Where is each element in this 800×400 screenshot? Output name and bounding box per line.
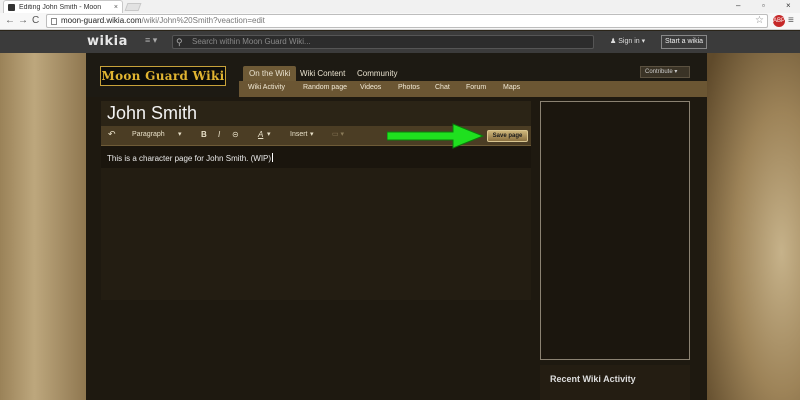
subnav-forum[interactable]: Forum — [466, 84, 486, 91]
subnav-chat[interactable]: Chat — [435, 84, 450, 91]
subnav-maps[interactable]: Maps — [503, 84, 520, 91]
subnav-videos[interactable]: Videos — [360, 84, 381, 91]
insert-menu[interactable]: Insert — [290, 130, 308, 140]
back-button[interactable]: ← — [5, 14, 15, 28]
tab-title: Editing John Smith - Moon — [19, 3, 102, 11]
wikia-logo[interactable]: wikia — [87, 34, 128, 49]
text-caret — [272, 153, 274, 162]
insert-chevron-down-icon[interactable]: ▾ — [310, 130, 314, 140]
bold-button[interactable]: B — [201, 130, 207, 140]
tab-community[interactable]: Community — [351, 66, 403, 81]
text-style-button[interactable]: A — [258, 130, 263, 140]
italic-button[interactable]: I — [218, 130, 220, 140]
tab-wiki-content[interactable]: Wiki Content — [294, 66, 351, 81]
browser-tab[interactable]: Editing John Smith - Moon × — [3, 0, 123, 13]
editor-empty-space[interactable] — [101, 168, 531, 300]
tab-on-the-wiki[interactable]: On the Wiki — [243, 66, 297, 81]
search-icon: ⚲ — [176, 37, 183, 47]
forward-button[interactable]: → — [18, 14, 28, 28]
recent-wiki-activity-title: Recent Wiki Activity — [550, 374, 636, 384]
table-icon[interactable]: ▭ ▾ — [332, 130, 344, 140]
subnav-wiki-activity[interactable]: Wiki Activity — [248, 84, 285, 91]
subnav-photos[interactable]: Photos — [398, 84, 420, 91]
green-arrow-annotation — [387, 123, 485, 149]
browser-toolbar: ← → C moon-guard.wikia.com/wiki/John%20S… — [0, 13, 800, 30]
hamburger-menu-icon[interactable]: ≡ ▾ — [145, 35, 157, 46]
browser-tab-strip: Editing John Smith - Moon × – ▫ × — [0, 0, 800, 13]
page-icon — [51, 18, 57, 25]
bookmark-star-icon[interactable]: ☆ — [755, 15, 764, 27]
format-dropdown[interactable]: Paragraph — [132, 130, 165, 140]
user-icon: ♟ — [610, 38, 617, 45]
wikia-global-nav: wikia ≡ ▾ ⚲ Search within Moon Guard Wik… — [0, 31, 800, 53]
editor-paragraph: This is a character page for John Smith.… — [107, 154, 272, 163]
search-placeholder: Search within Moon Guard Wiki... — [192, 37, 311, 46]
save-page-button[interactable]: Save page — [487, 130, 528, 142]
search-input[interactable]: ⚲ Search within Moon Guard Wiki... — [172, 35, 594, 49]
new-tab-button[interactable] — [124, 3, 142, 11]
sign-in-label: Sign in ▾ — [618, 38, 646, 45]
page-title[interactable]: John Smith — [107, 103, 197, 124]
tab-close-icon[interactable]: × — [114, 4, 118, 11]
right-rail-module — [540, 101, 690, 360]
reload-button[interactable]: C — [32, 14, 39, 28]
text-style-chevron-down-icon[interactable]: ▾ — [267, 130, 271, 140]
editor-text[interactable]: This is a character page for John Smith.… — [107, 153, 274, 163]
wiki-wordmark[interactable]: Moon Guard Wiki — [100, 66, 226, 86]
arrow-shape — [387, 123, 485, 149]
undo-icon[interactable]: ↶ — [108, 129, 116, 139]
wikia-favicon-icon — [8, 3, 15, 11]
url-host: moon-guard.wikia.com — [61, 16, 142, 25]
close-window-button[interactable]: × — [786, 0, 791, 12]
contribute-button[interactable]: Contribute ▾ — [640, 66, 690, 78]
contribute-label: Contribute ▾ — [645, 69, 678, 75]
url-path: /wiki/John%20Smith?veaction=edit — [141, 16, 265, 25]
subnav-random-page[interactable]: Random page — [303, 84, 347, 91]
chrome-menu-icon[interactable]: ≡ — [788, 14, 794, 28]
link-icon[interactable]: ⊝ — [232, 130, 239, 140]
minimize-button[interactable]: – — [736, 0, 740, 12]
address-bar[interactable]: moon-guard.wikia.com/wiki/John%20Smith?v… — [46, 14, 768, 28]
format-chevron-down-icon[interactable]: ▾ — [178, 130, 182, 140]
maximize-button[interactable]: ▫ — [762, 0, 765, 12]
sign-in-link[interactable]: ♟ Sign in ▾ — [610, 37, 645, 45]
start-a-wikia-button[interactable]: Start a wikia — [661, 35, 707, 49]
extension-icon[interactable]: ABP — [773, 15, 785, 27]
parchment-background — [0, 31, 86, 400]
